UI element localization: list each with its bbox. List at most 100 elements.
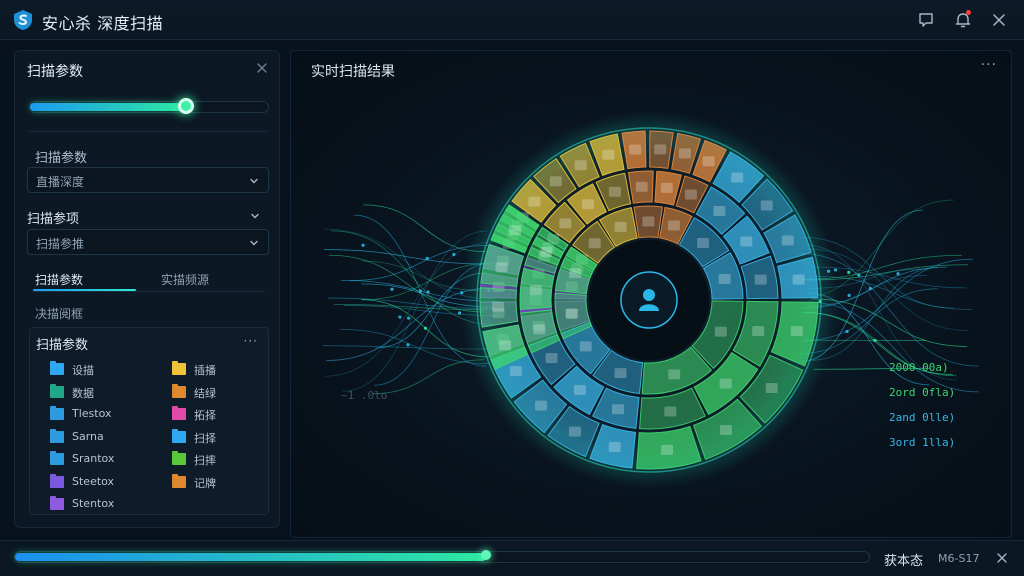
stream-label: 2and 0lle) [889, 411, 956, 424]
file-list-box: 扫描参数 ··· 设描 数据 Tlestox Sarna Srantox Steetox S… [29, 327, 269, 515]
stream-label: 2000 00a) [889, 361, 949, 374]
close-icon[interactable] [989, 10, 1009, 30]
stream-particle [361, 243, 365, 247]
status-text: 获本态 [884, 554, 924, 569]
more-options-icon[interactable]: ··· [244, 334, 258, 348]
folder-icon [549, 176, 562, 187]
folder-icon [50, 383, 64, 398]
folder-icon [684, 189, 697, 200]
field2-label: 扫描参项 [27, 212, 80, 227]
folder-icon [172, 451, 186, 465]
folder-icon [545, 353, 558, 364]
close-icon[interactable] [996, 552, 1008, 564]
slider-thumb[interactable] [178, 98, 194, 114]
folder-icon [573, 385, 586, 396]
notification-dot [966, 10, 971, 15]
field1-select-value: 直播深度 [36, 175, 85, 189]
stream-particle [390, 287, 394, 291]
file-name: Srantox [72, 452, 115, 465]
folder-icon [664, 406, 677, 417]
folder-icon [608, 186, 621, 197]
folder-icon [719, 424, 732, 435]
folder-icon [535, 400, 548, 411]
folder-icon [495, 262, 508, 273]
file-name: 扫择 [194, 431, 216, 445]
folder-icon [752, 325, 765, 336]
section-label: 决描阅框 [35, 307, 84, 321]
more-options-icon[interactable]: ··· [981, 57, 997, 73]
folder-icon [718, 274, 731, 285]
folder-icon [731, 172, 744, 183]
folder-icon [498, 340, 511, 351]
folder-icon [614, 368, 627, 379]
file-name: 设描 [72, 364, 94, 377]
scan-depth-slider[interactable] [29, 98, 269, 114]
folder-icon [574, 160, 587, 171]
stream-particle [426, 290, 430, 294]
panel-title: 扫描参数 [27, 64, 83, 80]
data-stream-line [322, 345, 489, 350]
folder-icon [582, 199, 595, 210]
folder-icon [529, 285, 542, 296]
folder-icon [50, 428, 64, 443]
folder-icon [754, 274, 767, 285]
status-bar: 获本态 M6-S17 [0, 540, 1024, 576]
panel-close-icon[interactable] [255, 61, 269, 75]
folder-icon [569, 268, 582, 279]
folder-icon [559, 218, 572, 229]
stream-particle [847, 270, 851, 274]
folder-icon [714, 326, 727, 337]
stream-particle [425, 256, 429, 261]
folder-icon [654, 144, 667, 155]
folder-icon [588, 238, 601, 249]
file-list-title: 扫描参数 [36, 338, 89, 353]
app-title: 安心杀 深度扫描 [42, 14, 164, 33]
results-title: 实时扫描结果 [311, 64, 395, 80]
folder-icon [172, 473, 186, 488]
folder-icon [629, 144, 642, 155]
stream-particle [847, 293, 851, 297]
folder-icon [172, 361, 186, 375]
tab-scan-params[interactable]: 扫描参数 [35, 271, 83, 288]
folder-icon [533, 324, 546, 335]
stream-label: 3ord 1lla) [889, 436, 956, 449]
file-name: Sarna [72, 429, 104, 443]
progress-thumb [480, 550, 491, 560]
divider [29, 131, 267, 132]
status-code: M6-S17 [938, 552, 980, 565]
stream-particle [845, 329, 849, 334]
folder-icon [678, 148, 691, 159]
folder-icon [579, 341, 592, 352]
field2-select[interactable]: 扫描参推 [27, 229, 269, 255]
stream-label: 2ord 0fla) [889, 386, 956, 399]
stream-particle [868, 287, 872, 291]
chat-icon[interactable] [916, 10, 936, 30]
folder-icon [528, 196, 541, 207]
stream-particle [873, 338, 877, 343]
field2-select-value: 扫描参推 [36, 237, 85, 251]
folder-icon [50, 406, 64, 420]
folder-icon [642, 216, 655, 227]
tab-scan-source[interactable]: 实描频源 [161, 271, 209, 288]
folder-icon [765, 382, 778, 393]
file-name: Tlestox [72, 407, 112, 420]
chevron-down-icon[interactable] [249, 210, 261, 222]
progress-fill [15, 553, 486, 561]
file-name: 拓择 [194, 409, 216, 422]
folder-icon [172, 428, 186, 443]
folder-icon [614, 221, 627, 232]
file-name: Steetox [72, 474, 115, 488]
title-bar: 安心杀 深度扫描 [0, 0, 1024, 40]
file-name: 记牌 [194, 476, 216, 490]
field1-select[interactable]: 直播深度 [27, 167, 269, 193]
folder-icon [635, 181, 648, 192]
notifications-button[interactable] [953, 10, 973, 30]
folder-icon [565, 308, 578, 319]
stream-particle [423, 326, 428, 330]
scan-progress-bar [14, 550, 870, 563]
shield-s-logo [14, 10, 32, 30]
folder-icon [792, 274, 805, 285]
scan-settings-panel: 扫描参数 扫描参数 直播深度 扫描参项 扫描参推 扫描参数 实描频源 决描阅框 … [14, 50, 280, 528]
chevron-down-icon [250, 240, 258, 246]
folder-icon [697, 238, 710, 249]
